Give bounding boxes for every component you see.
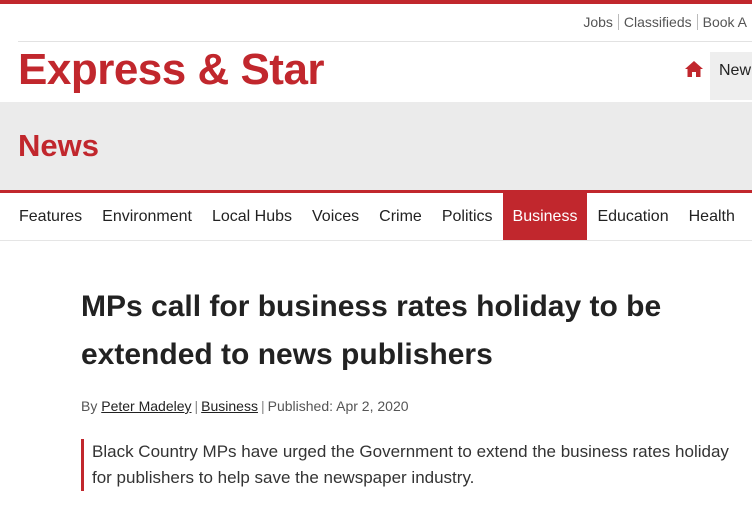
subnav-item-local-hubs[interactable]: Local Hubs <box>202 193 302 241</box>
utility-link-jobs[interactable]: Jobs <box>578 14 618 30</box>
section-banner <box>0 102 752 190</box>
subnav-item-voices[interactable]: Voices <box>302 193 369 241</box>
site-logo[interactable]: Express & Star <box>18 42 325 98</box>
utility-link-book[interactable]: Book A <box>696 14 752 30</box>
article-standfirst: Black Country MPs have urged the Governm… <box>81 439 732 491</box>
home-button[interactable] <box>680 54 708 88</box>
author-link[interactable]: Peter Madeley <box>101 398 191 414</box>
published-label: Published: <box>267 398 333 414</box>
top-accent-bar <box>0 0 752 4</box>
subnav-bottom-border <box>0 240 752 241</box>
header-tab-news[interactable]: New <box>710 52 752 100</box>
section-subnav: Features Environment Local Hubs Voices C… <box>0 193 752 241</box>
article-byline: By Peter Madeley | Business | Published: Apr… <box>81 398 409 414</box>
subnav-item-politics[interactable]: Politics <box>432 193 503 241</box>
subnav-item-environment[interactable]: Environment <box>92 193 202 241</box>
category-link[interactable]: Business <box>201 398 258 414</box>
byline-prefix: By <box>81 398 98 414</box>
byline-separator: | <box>260 398 265 414</box>
byline-separator: | <box>194 398 199 414</box>
utility-nav: Jobs Classifieds Book A <box>578 12 752 32</box>
published-date: Apr 2, 2020 <box>336 398 409 414</box>
subnav-item-health[interactable]: Health <box>679 193 745 241</box>
subnav-item-crime[interactable]: Crime <box>369 193 432 241</box>
article-headline: MPs call for business rates holiday to b… <box>81 290 662 371</box>
subnav-item-business[interactable]: Business <box>502 193 588 241</box>
subnav-item-education[interactable]: Education <box>587 193 678 241</box>
utility-link-classifieds[interactable]: Classifieds <box>617 14 697 30</box>
home-icon <box>684 60 704 83</box>
subnav-item-features[interactable]: Features <box>0 193 92 241</box>
section-title[interactable]: News <box>18 128 99 164</box>
